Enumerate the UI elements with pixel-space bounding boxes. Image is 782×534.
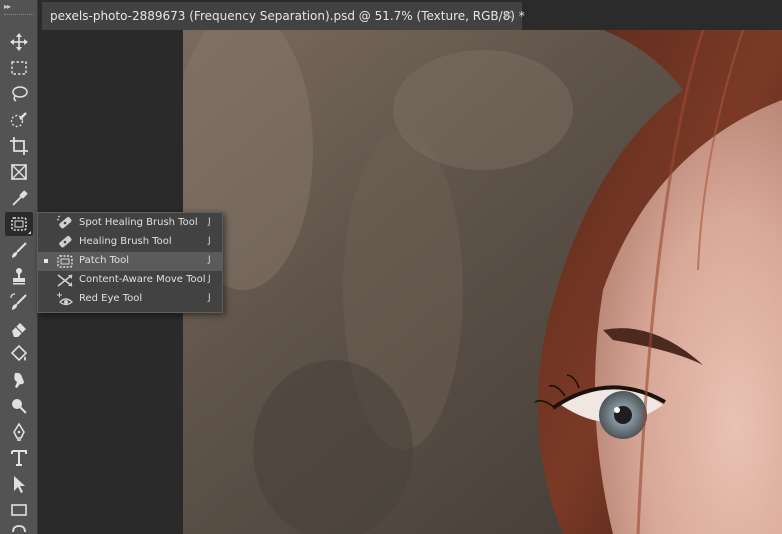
flyout-item-shortcut: J xyxy=(208,274,211,284)
patch-icon xyxy=(56,253,74,270)
spot-healing-brush-icon xyxy=(56,215,74,232)
healing-tools-flyout-menu: Spot Healing Brush Tool J Healing Brush … xyxy=(37,212,223,313)
move-icon xyxy=(10,33,28,51)
pen-tool[interactable] xyxy=(5,420,33,444)
smudge-icon xyxy=(14,372,24,388)
paint-bucket-icon xyxy=(10,344,28,362)
dodge-icon xyxy=(12,399,27,414)
history-brush-icon xyxy=(10,293,27,310)
pen-icon xyxy=(13,422,25,441)
toolbar-grip[interactable] xyxy=(4,14,34,16)
frame-icon xyxy=(11,164,27,180)
marquee-icon xyxy=(11,61,27,75)
flyout-item-content-aware-move[interactable]: Content-Aware Move Tool J xyxy=(38,271,222,290)
type-icon xyxy=(11,450,27,466)
portrait-photo xyxy=(183,30,782,534)
flyout-item-label: Red Eye Tool xyxy=(79,293,143,304)
crop-icon xyxy=(10,137,28,155)
path-selection-icon xyxy=(14,476,25,493)
flyout-item-label: Patch Tool xyxy=(79,255,130,266)
hand-icon xyxy=(12,525,26,533)
red-eye-icon xyxy=(56,291,74,308)
document-canvas-image[interactable] xyxy=(183,30,782,534)
quick-selection-icon xyxy=(10,112,27,128)
brush-tool[interactable] xyxy=(5,238,33,262)
patch-tool[interactable] xyxy=(5,212,33,236)
brush-icon xyxy=(12,242,27,258)
stamp-icon xyxy=(13,268,25,285)
paint-bucket-tool[interactable] xyxy=(5,342,33,366)
selected-bullet-icon xyxy=(44,259,48,263)
type-tool[interactable] xyxy=(5,446,33,470)
collapse-toolbar-icon[interactable]: ▸▸ xyxy=(4,2,11,11)
hand-tool[interactable] xyxy=(5,522,33,534)
crop-tool[interactable] xyxy=(5,134,33,158)
flyout-item-spot-healing-brush[interactable]: Spot Healing Brush Tool J xyxy=(38,214,222,233)
flyout-item-shortcut: J xyxy=(208,255,211,265)
smudge-tool[interactable] xyxy=(5,368,33,392)
tool-group-indicator xyxy=(28,231,31,234)
lasso-icon xyxy=(12,86,28,102)
flyout-item-label: Spot Healing Brush Tool xyxy=(79,217,198,228)
flyout-item-red-eye[interactable]: Red Eye Tool J xyxy=(38,290,222,309)
document-tab-bar: pexels-photo-2889673 (Frequency Separati… xyxy=(38,0,782,30)
frame-tool[interactable] xyxy=(5,160,33,184)
dodge-tool[interactable] xyxy=(5,394,33,418)
flyout-item-label: Healing Brush Tool xyxy=(79,236,172,247)
patch-icon xyxy=(11,217,27,231)
history-brush-tool[interactable] xyxy=(5,290,33,314)
eraser-tool[interactable] xyxy=(5,316,33,340)
eyedropper-icon xyxy=(12,190,28,206)
close-tab-icon[interactable]: × xyxy=(502,7,514,23)
tools-panel: ▸▸ xyxy=(0,0,38,534)
eyedropper-tool[interactable] xyxy=(5,186,33,210)
flyout-item-label: Content-Aware Move Tool xyxy=(79,274,206,285)
healing-brush-icon xyxy=(56,234,74,251)
flyout-item-shortcut: J xyxy=(208,236,211,246)
flyout-item-patch[interactable]: Patch Tool J xyxy=(38,252,222,271)
move-tool[interactable] xyxy=(5,30,33,54)
rectangle-icon xyxy=(11,504,27,516)
eraser-icon xyxy=(12,323,26,337)
document-tab-title: pexels-photo-2889673 (Frequency Separati… xyxy=(50,9,525,23)
flyout-item-shortcut: J xyxy=(208,217,211,227)
quick-selection-tool[interactable] xyxy=(5,108,33,132)
clone-stamp-tool[interactable] xyxy=(5,264,33,288)
flyout-item-shortcut: J xyxy=(208,293,211,303)
lasso-tool[interactable] xyxy=(5,82,33,106)
document-tab[interactable]: pexels-photo-2889673 (Frequency Separati… xyxy=(42,2,525,30)
path-selection-tool[interactable] xyxy=(5,472,33,496)
rectangular-marquee-tool[interactable] xyxy=(5,56,33,80)
content-aware-move-icon xyxy=(56,272,74,289)
flyout-item-healing-brush[interactable]: Healing Brush Tool J xyxy=(38,233,222,252)
rectangle-tool[interactable] xyxy=(5,498,33,522)
